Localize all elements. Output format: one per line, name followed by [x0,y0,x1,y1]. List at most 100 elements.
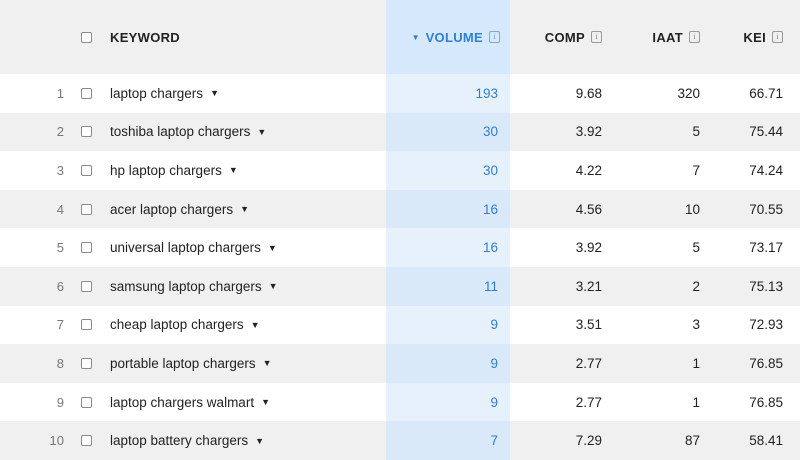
keyword-cell[interactable]: hp laptop chargers ▼ [110,151,380,190]
row-checkbox[interactable] [78,190,94,229]
kei-cell: 70.55 [749,201,783,217]
keyword-cell[interactable]: acer laptop chargers ▼ [110,190,380,229]
checkbox-icon[interactable] [80,87,92,99]
row-index: 6 [56,278,64,294]
comp-cell: 3.51 [575,317,602,333]
header-iaat[interactable]: IAAT i [602,0,700,74]
row-index: 4 [56,201,64,217]
table-row: 10 laptop battery chargers ▼ 7 7.29 87 58… [0,421,800,460]
row-checkbox[interactable] [78,74,94,113]
header-comp[interactable]: COMP i [510,0,602,74]
keyword-cell[interactable]: toshiba laptop chargers ▼ [110,113,380,152]
select-all-checkbox[interactable] [78,0,94,74]
keyword-text[interactable]: hp laptop chargers [110,163,222,178]
info-icon[interactable]: i [591,31,602,43]
keyword-text[interactable]: laptop chargers walmart [110,395,254,410]
iaat-cell: 87 [684,433,700,449]
checkbox-icon[interactable] [80,319,92,331]
keyword-cell[interactable]: laptop battery chargers ▼ [110,421,380,460]
keyword-table: KEYWORD ▼ VOLUME i COMP i IAAT i KEI i 1… [0,0,800,460]
iaat-cell: 5 [692,240,700,256]
checkbox-icon[interactable] [80,203,92,215]
header-volume[interactable]: ▼ VOLUME i [386,0,510,74]
keyword-cell[interactable]: laptop chargers walmart ▼ [110,383,380,422]
volume-cell: 193 [386,74,510,113]
kei-cell: 76.85 [749,355,783,371]
checkbox-icon[interactable] [80,357,92,369]
row-checkbox[interactable] [78,383,94,422]
keyword-text[interactable]: laptop battery chargers [110,433,248,448]
iaat-cell: 7 [692,162,700,178]
info-icon[interactable]: i [772,31,783,43]
caret-down-icon[interactable]: ▼ [255,436,264,446]
iaat-cell: 1 [692,394,700,410]
kei-cell: 66.71 [749,85,783,101]
caret-down-icon[interactable]: ▼ [257,127,266,137]
row-checkbox[interactable] [78,306,94,345]
row-checkbox[interactable] [78,228,94,267]
keyword-text[interactable]: samsung laptop chargers [110,279,262,294]
row-index: 9 [56,394,64,410]
caret-down-icon[interactable]: ▼ [210,88,219,98]
row-checkbox[interactable] [78,113,94,152]
volume-cell: 9 [386,382,510,422]
checkbox-icon[interactable] [80,164,92,176]
keyword-cell[interactable]: universal laptop chargers ▼ [110,228,380,267]
table-row: 2 toshiba laptop chargers ▼ 30 3.92 5 75.… [0,112,800,152]
volume-cell: 30 [386,112,510,152]
checkbox-icon[interactable] [80,280,92,292]
kei-cell: 58.41 [749,433,783,449]
info-icon[interactable]: i [689,31,700,43]
checkbox-icon[interactable] [80,126,92,138]
iaat-cell: 1 [692,355,700,371]
table-row: 8 portable laptop chargers ▼ 9 2.77 1 76.… [0,344,800,383]
keyword-text[interactable]: universal laptop chargers [110,240,261,255]
keyword-text[interactable]: toshiba laptop chargers [110,124,250,139]
keyword-text[interactable]: acer laptop chargers [110,202,233,217]
caret-down-icon[interactable]: ▼ [268,243,277,253]
iaat-cell: 10 [684,201,700,217]
volume-cell: 16 [386,228,510,267]
row-checkbox[interactable] [78,267,94,306]
row-checkbox[interactable] [78,421,94,460]
row-index: 10 [49,433,64,449]
header-keyword[interactable]: KEYWORD [110,0,380,74]
caret-down-icon[interactable]: ▼ [229,165,238,175]
comp-cell: 2.77 [575,355,602,371]
checkbox-icon[interactable] [80,396,92,408]
volume-cell: 9 [386,305,510,345]
comp-cell: 4.56 [575,201,602,217]
checkbox-icon[interactable] [80,242,92,254]
comp-cell: 2.77 [575,394,602,410]
row-index: 3 [56,162,64,178]
kei-cell: 72.93 [749,317,783,333]
comp-cell: 4.22 [575,162,602,178]
table-row: 1 laptop chargers ▼ 193 9.68 320 66.71 [0,74,800,113]
checkbox-icon[interactable] [80,435,92,447]
caret-down-icon[interactable]: ▼ [240,204,249,214]
row-checkbox[interactable] [78,344,94,383]
caret-down-icon[interactable]: ▼ [251,320,260,330]
keyword-text[interactable]: cheap laptop chargers [110,317,244,332]
row-checkbox[interactable] [78,151,94,190]
keyword-cell[interactable]: samsung laptop chargers ▼ [110,267,380,306]
kei-cell: 75.44 [749,124,783,140]
table-body: 1 laptop chargers ▼ 193 9.68 320 66.71 2 … [0,74,800,460]
keyword-text[interactable]: portable laptop chargers [110,356,256,371]
keyword-cell[interactable]: laptop chargers ▼ [110,74,380,113]
caret-down-icon[interactable]: ▼ [269,281,278,291]
row-index: 5 [56,240,64,256]
keyword-cell[interactable]: cheap laptop chargers ▼ [110,306,380,345]
table-header: KEYWORD ▼ VOLUME i COMP i IAAT i KEI i [0,0,800,74]
header-kei[interactable]: KEI i [700,0,783,74]
iaat-cell: 3 [692,317,700,333]
info-icon[interactable]: i [489,31,500,43]
checkbox-icon[interactable] [80,31,92,43]
row-index: 2 [56,124,64,140]
caret-down-icon[interactable]: ▼ [263,358,272,368]
iaat-cell: 320 [677,85,700,101]
row-index: 7 [56,317,64,333]
keyword-cell[interactable]: portable laptop chargers ▼ [110,344,380,383]
keyword-text[interactable]: laptop chargers [110,86,203,101]
caret-down-icon[interactable]: ▼ [261,397,270,407]
